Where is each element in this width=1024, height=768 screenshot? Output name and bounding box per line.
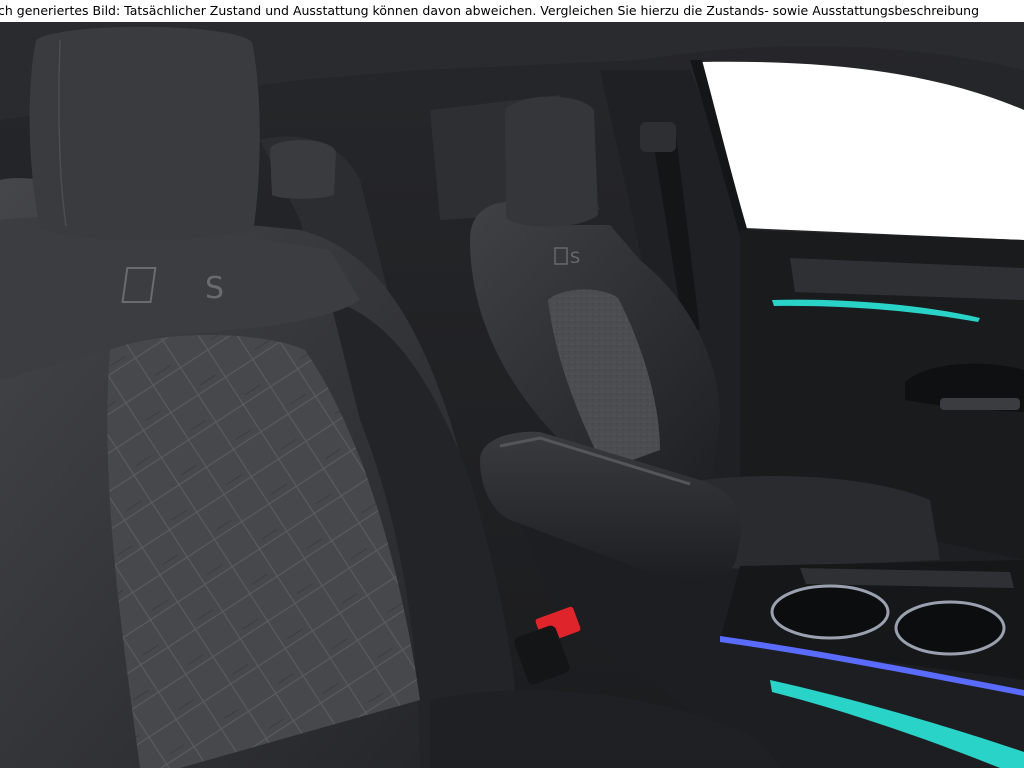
window-switches (940, 398, 1020, 410)
disclaimer-banner: ch generiertes Bild: Tatsächlicher Zusta… (0, 0, 1024, 22)
cupholder-left (770, 584, 890, 640)
passenger-headrest (505, 96, 598, 227)
rear-headrest (270, 140, 336, 199)
interior-illustration: S S (0, 22, 1024, 768)
passenger-seat-badge: S (570, 248, 580, 267)
cupholder-right (894, 600, 1006, 656)
seat-belt-anchor (640, 122, 676, 152)
car-interior-photo: ch generiertes Bild: Tatsächlicher Zusta… (0, 0, 1024, 768)
driver-seat-badge: S (205, 271, 224, 306)
